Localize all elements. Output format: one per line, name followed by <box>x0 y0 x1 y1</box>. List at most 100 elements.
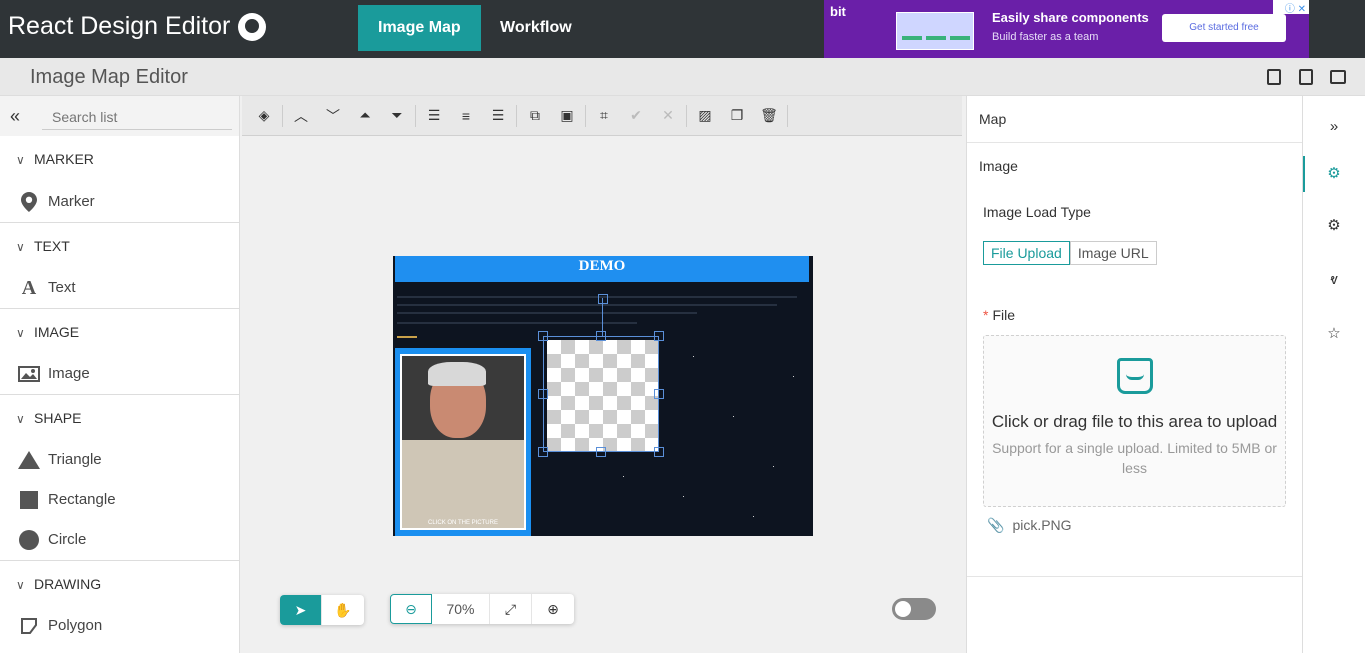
group-label: IMAGE <box>34 324 80 340</box>
paperclip-icon: 📎 <box>987 517 1005 533</box>
list-item-circle[interactable]: Circle <box>0 520 239 560</box>
close-icon[interactable]: ✕ <box>652 101 684 131</box>
active-indicator <box>1303 156 1305 192</box>
list-item-marker[interactable]: Marker <box>0 182 239 222</box>
resize-handle[interactable] <box>538 447 548 457</box>
preview-toggle[interactable] <box>892 598 936 620</box>
list-item-text[interactable]: A Text <box>0 268 239 308</box>
resize-handle[interactable] <box>654 389 664 399</box>
resize-handle[interactable] <box>538 331 548 341</box>
photo-caption: CLICK ON THE PICTURE <box>428 520 498 526</box>
properties-panel: Map Image Image Load Type File Upload Im… <box>966 96 1302 653</box>
upload-dropzone[interactable]: Click or drag file to this area to uploa… <box>983 335 1286 507</box>
resize-handle[interactable] <box>654 447 664 457</box>
group-drawing[interactable]: ∨ DRAWING <box>0 560 239 606</box>
align-left-icon[interactable]: ☰ <box>418 101 450 131</box>
settings-icon[interactable]: ⚙ <box>1323 164 1345 186</box>
layers-icon[interactable]: ◈ <box>248 101 280 131</box>
panel-tab-rail: » ⚙ ⚙ ⱴ ☆ <box>1302 96 1365 653</box>
option-file-upload[interactable]: File Upload <box>983 241 1070 265</box>
demo-header: DEMO <box>395 256 809 282</box>
bring-forward-icon[interactable]: ︿ <box>285 101 317 131</box>
group-label: TEXT <box>34 238 70 254</box>
upload-text: Click or drag file to this area to uploa… <box>991 412 1278 431</box>
inbox-icon <box>1116 358 1153 394</box>
canvas-area[interactable]: DEMO CLICK ON THE PICTURE ➤ ✋ ⊖ 70% ⤢ ⊕ <box>242 136 964 653</box>
send-backward-icon[interactable]: ﹀ <box>317 101 349 131</box>
tab-workflow[interactable]: Workflow <box>480 5 592 51</box>
demo-image-map[interactable]: DEMO CLICK ON THE PICTURE <box>393 256 813 536</box>
interaction-mode-group: ➤ ✋ <box>280 595 364 625</box>
align-center-icon[interactable]: ≡ <box>450 101 482 131</box>
upload-icon[interactable] <box>1299 69 1313 85</box>
gears-icon[interactable]: ⚙ <box>1323 216 1345 238</box>
crop-icon[interactable]: ⌗ <box>588 101 620 131</box>
app-title-text: React Design Editor <box>8 12 231 40</box>
list-item-label: Text <box>48 279 76 296</box>
list-item-image[interactable]: Image <box>0 354 239 394</box>
align-right-icon[interactable]: ☰ <box>482 101 514 131</box>
expand-icon[interactable]: » <box>1323 118 1345 140</box>
tab-image-map[interactable]: Image Map <box>358 5 481 51</box>
ad-cta-button[interactable]: Get started free <box>1162 14 1286 42</box>
resize-handle[interactable] <box>538 389 548 399</box>
image-icon[interactable]: ▨ <box>689 101 721 131</box>
map-pin-icon <box>10 192 48 212</box>
send-to-back-icon[interactable]: ⏷ <box>381 101 413 131</box>
rotate-handle[interactable] <box>598 294 608 304</box>
ad-subline: Build faster as a team <box>992 31 1099 43</box>
resize-handle[interactable] <box>596 331 606 341</box>
group-image[interactable]: ∨ IMAGE <box>0 308 239 354</box>
triangle-icon <box>10 451 48 469</box>
group-shape[interactable]: ∨ SHAPE <box>0 394 239 440</box>
text-icon: A <box>21 277 37 299</box>
group-text[interactable]: ∨ TEXT <box>0 222 239 268</box>
list-item-label: Circle <box>48 531 87 548</box>
fit-screen-button[interactable]: ⤢ <box>490 594 532 624</box>
list-item-polygon[interactable]: Polygon <box>0 606 239 646</box>
list-item-label: Polygon <box>48 617 103 634</box>
section-image[interactable]: Image <box>967 143 1302 190</box>
rectangle-icon <box>10 491 48 509</box>
list-header: « <box>0 96 239 136</box>
list-item-triangle[interactable]: Triangle <box>0 440 239 480</box>
image-export-icon[interactable] <box>1330 70 1346 84</box>
group-icon[interactable]: ⧉ <box>519 101 551 131</box>
item-list-panel: « ∨ MARKER Marker ∨ TEXT A Text ∨ IMAGE Ima… <box>0 96 240 653</box>
trash-icon[interactable]: 🗑 <box>753 101 785 131</box>
select-mode-button[interactable]: ➤ <box>280 595 322 625</box>
app-title[interactable]: React Design Editor <box>8 12 267 41</box>
resize-handle[interactable] <box>654 331 664 341</box>
option-image-url[interactable]: Image URL <box>1069 241 1157 265</box>
github-icon[interactable] <box>238 12 267 41</box>
list-item-label: Marker <box>48 193 95 210</box>
list-item-rectangle[interactable]: Rectangle <box>0 480 239 520</box>
search-input[interactable] <box>42 104 232 130</box>
ad-banner[interactable]: bit Easily share components Build faster… <box>824 0 1309 58</box>
demo-photo[interactable]: CLICK ON THE PICTURE <box>395 348 531 536</box>
download-icon[interactable] <box>1267 69 1281 85</box>
collapse-icon[interactable]: « <box>10 106 20 127</box>
chevron-down-icon: ∨ <box>16 326 25 340</box>
vine-icon[interactable]: ⱴ <box>1323 271 1345 293</box>
list-item-label: Triangle <box>48 451 102 468</box>
zoom-out-button[interactable]: ⊖ <box>390 594 432 624</box>
group-label: DRAWING <box>34 576 102 592</box>
ungroup-icon[interactable]: ▣ <box>551 101 583 131</box>
ad-info-icon[interactable]: ⓘ ✕ <box>1273 0 1309 15</box>
group-marker[interactable]: ∨ MARKER <box>0 136 239 182</box>
pan-mode-button[interactable]: ✋ <box>322 595 364 625</box>
clone-icon[interactable]: ❐ <box>721 101 753 131</box>
zoom-level: 70% <box>432 594 490 624</box>
chevron-down-icon: ∨ <box>16 153 25 167</box>
resize-handle[interactable] <box>596 447 606 457</box>
section-map[interactable]: Map <box>967 96 1302 143</box>
bring-to-front-icon[interactable]: ⏶ <box>349 101 381 131</box>
star-icon[interactable]: ☆ <box>1323 324 1345 346</box>
zoom-in-button[interactable]: ⊕ <box>532 594 574 624</box>
file-label: * File <box>983 307 1016 323</box>
uploaded-file[interactable]: 📎 pick.PNG <box>987 517 1072 534</box>
load-type-label: Image Load Type <box>983 204 1091 220</box>
check-icon[interactable]: ✔ <box>620 101 652 131</box>
upload-hint: Support for a single upload. Limited to … <box>992 440 1277 476</box>
